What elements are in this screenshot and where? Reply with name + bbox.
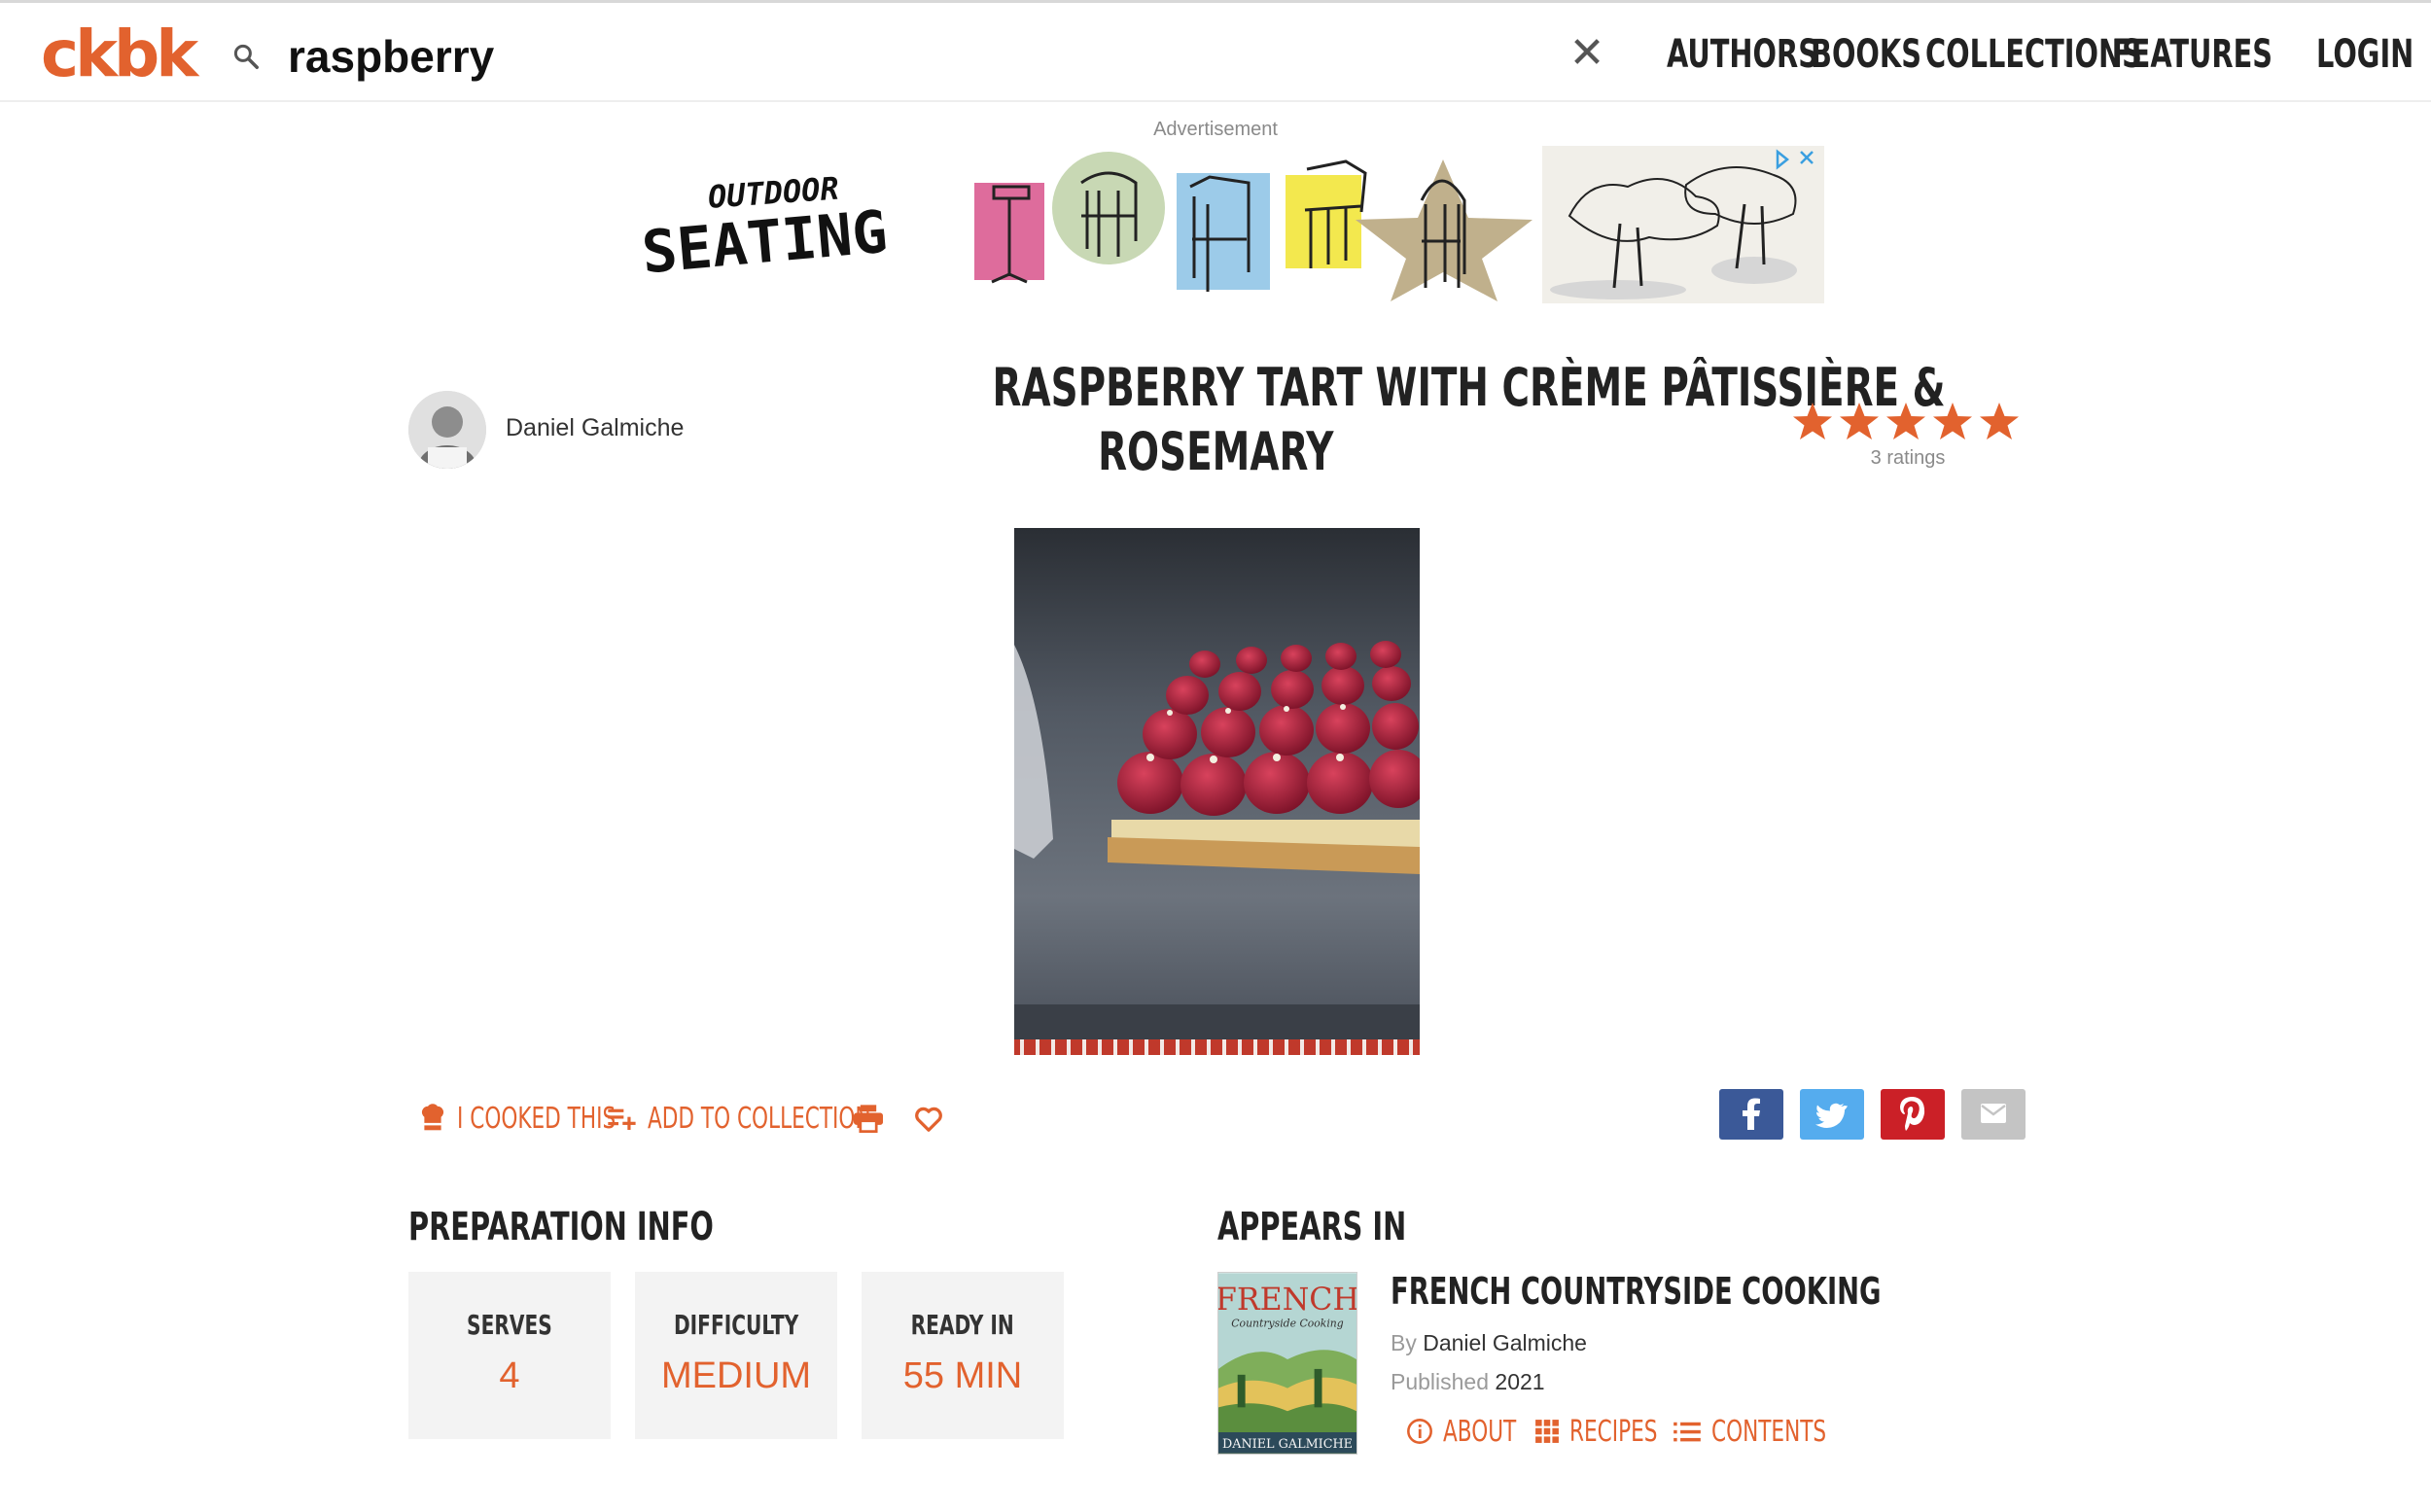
recipe-title-line2: ROSEMARY [1097,421,1334,482]
serves-value: 4 [499,1355,520,1396]
ready-in-value: 55 MIN [902,1355,1023,1396]
twitter-icon [1815,1103,1848,1129]
nav-collections-label: COLLECTIONS [1925,32,2142,77]
book-author-line: By Daniel Galmiche [1391,1330,1587,1356]
advertisement-label: Advertisement [1153,119,1278,140]
ready-in-label: READY IN [862,1309,1064,1341]
cover-title: FRENCH [1217,1283,1357,1318]
chef-hat-icon [421,1104,444,1131]
difficulty-value: MEDIUM [660,1355,812,1396]
email-share-button[interactable] [1961,1089,2026,1140]
rating-stars[interactable] [1791,401,2025,443]
book-contents-link[interactable]: CONTENTS [1673,1412,1826,1451]
star-icon [1793,403,1832,440]
nav-login[interactable]: LOGIN [2316,32,2431,77]
book-recipes-link[interactable]: RECIPES [1534,1412,1657,1451]
recipes-label: RECIPES [1569,1414,1658,1449]
favorite-button[interactable] [912,1099,945,1138]
cover-subtitle: Countryside Cooking [1231,1318,1344,1330]
nav-login-label: LOGIN [2316,32,2414,77]
author-avatar[interactable] [408,391,486,469]
add-to-collection-label: ADD TO COLLECTION [648,1101,871,1136]
star-icon [1840,403,1879,440]
about-label: ABOUT [1443,1414,1517,1449]
star-icon [1886,403,1925,440]
playlist-add-icon [608,1108,636,1130]
nav-authors-label: AUTHORS [1667,32,1818,77]
book-author[interactable]: Daniel Galmiche [1423,1330,1587,1355]
add-to-collection-button[interactable]: ADD TO COLLECTION [607,1099,871,1138]
list-icon [1674,1422,1701,1442]
ad-headline-bottom: SEATING [639,198,890,288]
star-icon [1933,403,1972,440]
appears-in-heading-text: APPEARS IN [1217,1205,1407,1249]
grid-icon [1535,1420,1559,1443]
star-icon [1980,403,2019,440]
close-icon[interactable]: ✕ [1568,32,1606,75]
search-input[interactable] [288,24,1163,88]
recipe-photo [1014,528,1420,1055]
ckbk-logo[interactable]: ckbk [41,20,198,88]
published-year: 2021 [1495,1369,1545,1394]
appears-in-heading: APPEARS IN [1217,1204,1480,1250]
book-cover[interactable]: FRENCH Countryside Cooking DANIEL GALMIC… [1217,1272,1357,1455]
serves-box: SERVES 4 [408,1272,611,1439]
pinterest-share-button[interactable] [1881,1089,1945,1140]
by-label: By [1391,1330,1417,1355]
print-icon [854,1105,883,1133]
pinterest-icon [1900,1097,1925,1131]
published-label: Published [1391,1369,1490,1394]
ready-in-label-text: READY IN [910,1309,1015,1341]
info-icon [1407,1419,1432,1444]
difficulty-label-text: DIFFICULTY [673,1309,799,1341]
book-about-link[interactable]: ABOUT [1406,1412,1516,1451]
contents-label: CONTENTS [1711,1414,1827,1449]
book-title-link[interactable]: FRENCH COUNTRYSIDE COOKING [1391,1268,2072,1316]
difficulty-label: DIFFICULTY [635,1309,837,1341]
site-header: ckbk ✕ AUTHORS BOOKS COLLECTIONS FEATURE… [0,3,2431,102]
ratings-count[interactable]: 3 ratings [1789,447,2026,470]
preparation-info-heading-text: PREPARATION INFO [408,1205,714,1249]
nav-features-label: FEATURES [2112,32,2273,77]
avatar-image [408,391,486,469]
nav-features[interactable]: FEATURES [2112,32,2335,77]
book-published-line: Published 2021 [1391,1369,1545,1395]
advertisement-banner[interactable]: OUTDOOR SEATING [636,146,1828,303]
serves-label: SERVES [408,1309,611,1341]
book-title-text: FRENCH COUNTRYSIDE COOKING [1391,1270,1882,1313]
heart-icon [915,1107,942,1132]
i-cooked-this-label: I COOKED THIS [457,1101,617,1136]
email-icon [1981,1104,2006,1123]
serves-label-text: SERVES [467,1309,552,1341]
facebook-share-button[interactable] [1719,1089,1783,1140]
i-cooked-this-button[interactable]: I COOKED THIS [418,1099,616,1138]
author-name[interactable]: Daniel Galmiche [506,414,684,442]
recipe-title: RASPBERRY TART WITH CRÈME PÂTISSIÈRE & R… [807,356,1946,484]
nav-books-label: BOOKS [1811,32,1921,77]
preparation-info-heading: PREPARATION INFO [408,1204,832,1250]
ready-in-box: READY IN 55 MIN [862,1272,1064,1439]
cover-author: DANIEL GALMICHE [1222,1437,1353,1452]
facebook-icon [1743,1098,1760,1130]
difficulty-box: DIFFICULTY MEDIUM [635,1272,837,1439]
twitter-share-button[interactable] [1800,1089,1864,1140]
print-button[interactable] [852,1099,885,1138]
search-icon[interactable] [231,42,261,71]
